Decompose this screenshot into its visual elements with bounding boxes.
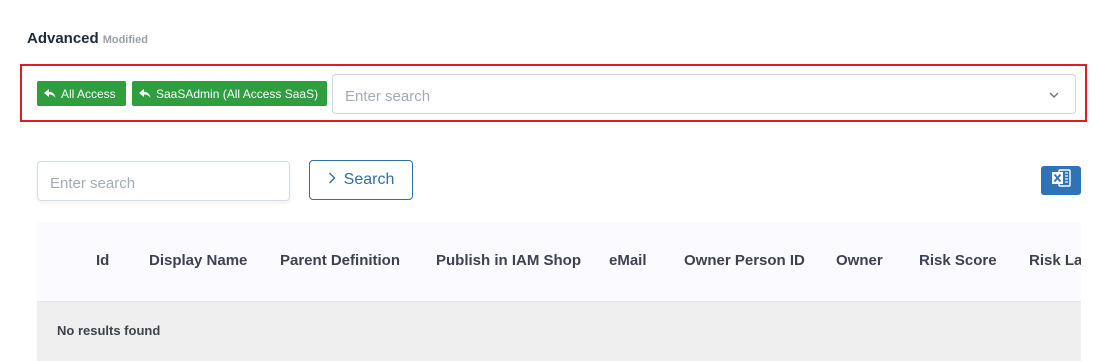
- tag-label: SaaSAdmin (All Access SaaS): [156, 86, 319, 101]
- tag-saasadmin[interactable]: SaaSAdmin (All Access SaaS): [132, 81, 327, 106]
- reply-arrow-icon: [139, 88, 151, 99]
- tag-label: All Access: [61, 86, 116, 101]
- page-header: Advanced Modified: [27, 30, 148, 47]
- chevron-right-icon: [328, 171, 336, 189]
- no-results-message: No results found: [57, 323, 161, 338]
- modified-label: Modified: [102, 34, 148, 46]
- excel-export-button[interactable]: [1041, 166, 1081, 195]
- search-field[interactable]: [37, 161, 290, 201]
- column-header-risk-last[interactable]: Risk Last: [1029, 252, 1081, 269]
- tag-all-access[interactable]: All Access: [37, 81, 126, 106]
- column-header-owner-person-id[interactable]: Owner Person ID: [684, 252, 805, 269]
- search-button-label: Search: [343, 171, 395, 188]
- column-header-display-name[interactable]: Display Name: [149, 252, 247, 269]
- column-header-owner[interactable]: Owner: [836, 252, 883, 269]
- column-header-parent-definition[interactable]: Parent Definition: [280, 252, 400, 269]
- filter-select[interactable]: [332, 74, 1076, 114]
- column-header-id[interactable]: Id: [96, 252, 109, 269]
- column-header-publish-in-iam-shop[interactable]: Publish in IAM Shop: [436, 252, 581, 269]
- table-body: No results found: [37, 302, 1081, 361]
- page-title: Advanced: [27, 30, 99, 47]
- excel-icon: [1051, 169, 1071, 192]
- column-header-email[interactable]: eMail: [609, 252, 647, 269]
- column-header-risk-score[interactable]: Risk Score: [919, 252, 997, 269]
- search-button[interactable]: Search: [309, 160, 413, 200]
- reply-arrow-icon: [44, 88, 56, 99]
- table-header: Id Display Name Parent Definition Publis…: [37, 222, 1081, 302]
- chevron-down-icon[interactable]: [1047, 88, 1061, 102]
- filter-search-input[interactable]: [343, 84, 1027, 108]
- search-input[interactable]: [48, 171, 282, 195]
